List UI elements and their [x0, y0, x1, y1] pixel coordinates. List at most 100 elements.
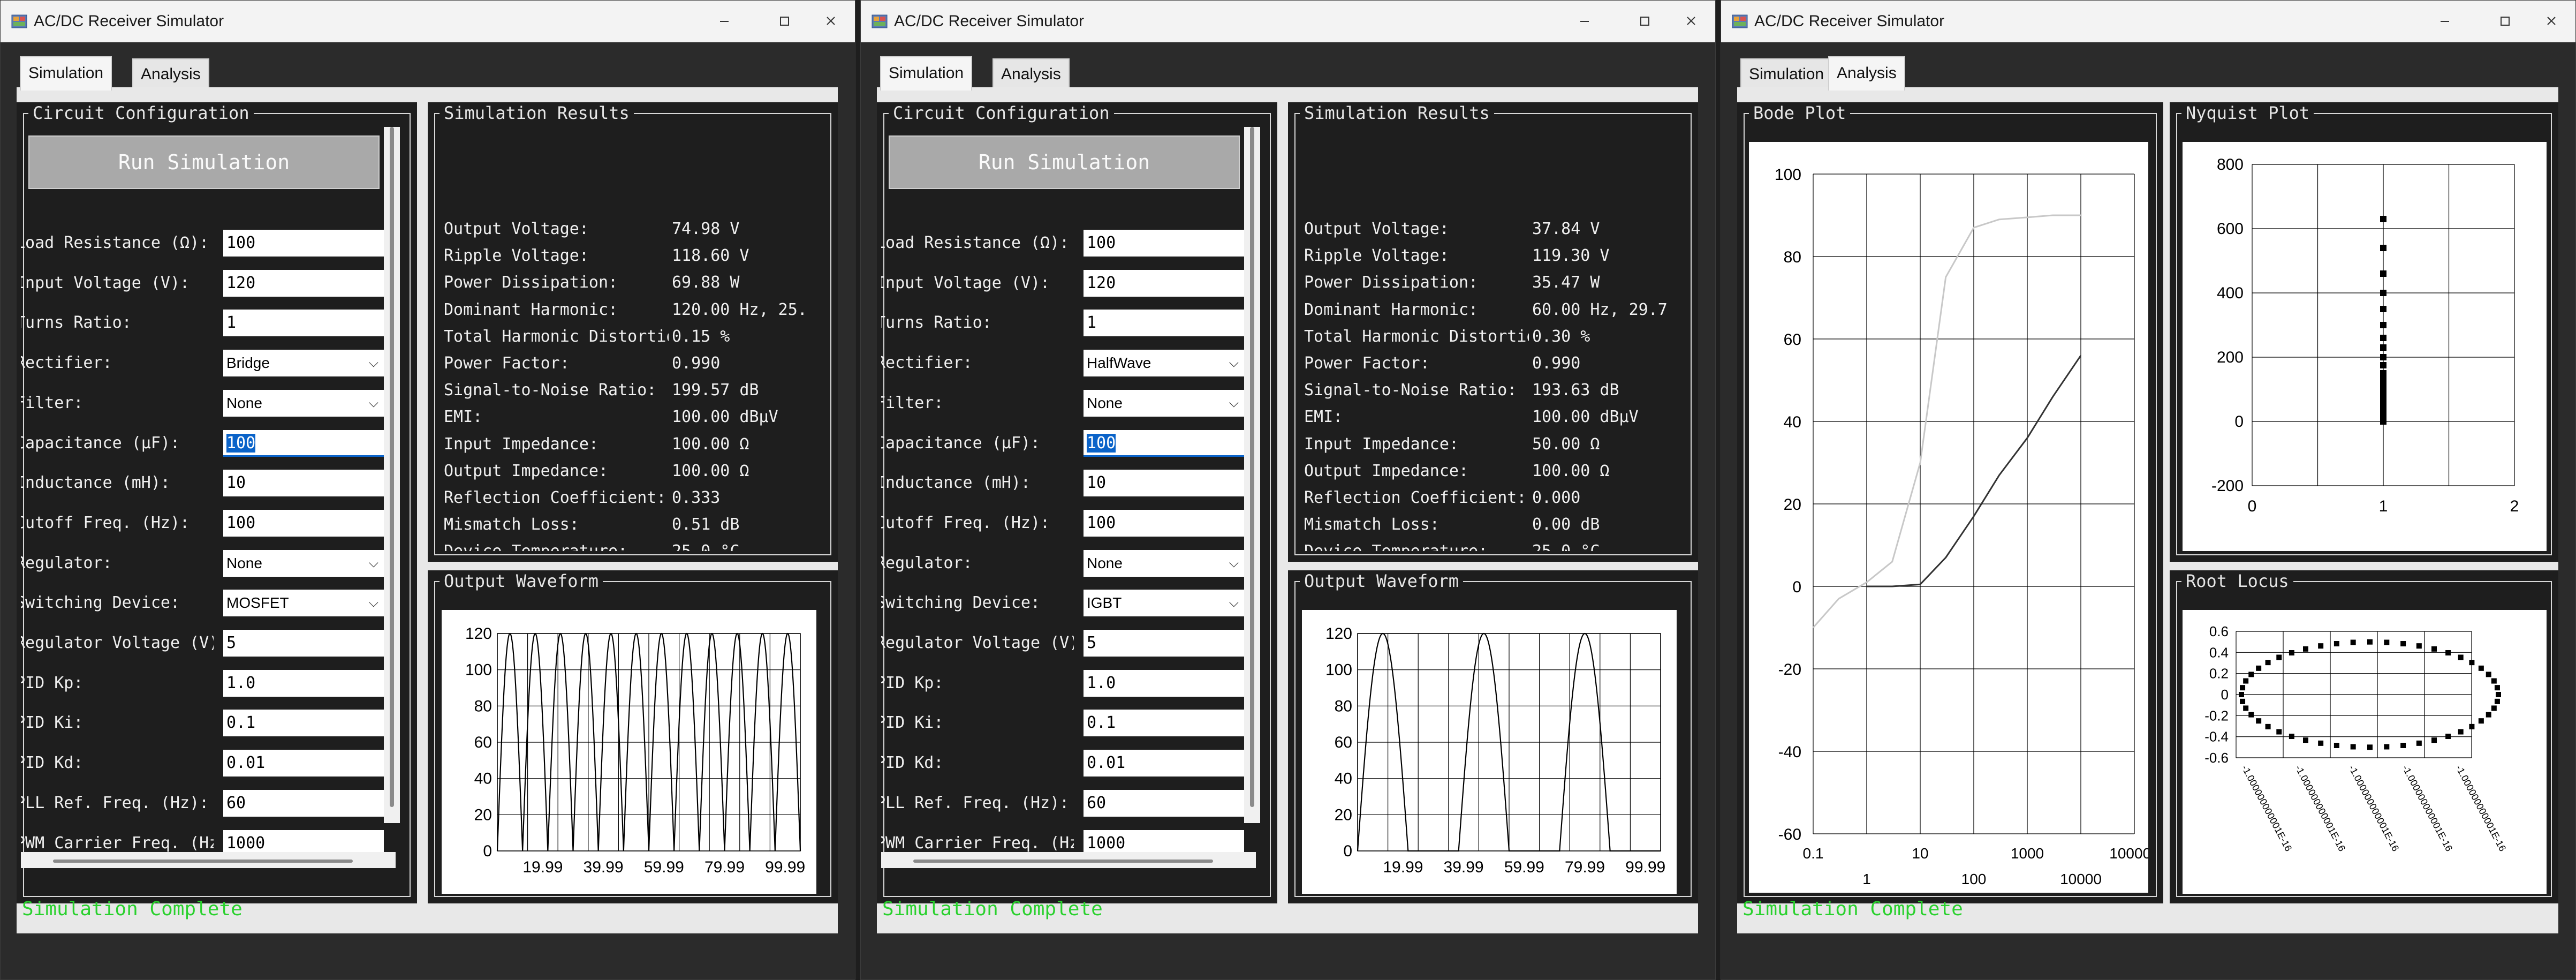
- nyquist-point: [2380, 389, 2386, 396]
- tab-analysis[interactable]: Analysis: [132, 58, 209, 89]
- title-bar[interactable]: AC/DC Receiver Simulator: [861, 1, 1715, 42]
- root-locus-point: [2240, 698, 2246, 704]
- title-bar[interactable]: AC/DC Receiver Simulator: [1, 1, 855, 42]
- param-input-6[interactable]: 10: [1084, 470, 1244, 497]
- run-simulation-button[interactable]: Run Simulation: [28, 135, 380, 189]
- param-input-value-14: 60: [1087, 793, 1107, 812]
- param-select-9[interactable]: MOSFET ⌵: [223, 590, 384, 617]
- y-tick-label: -0.2: [2204, 707, 2229, 723]
- root-locus-point: [2486, 672, 2491, 677]
- root-locus-point: [2445, 734, 2451, 740]
- param-select-8[interactable]: None ⌵: [223, 549, 384, 577]
- root-locus-point: [2333, 641, 2339, 647]
- close-button[interactable]: [1667, 8, 1715, 35]
- x-tick-label: 99.99: [1625, 858, 1665, 876]
- nyquist-point: [2380, 270, 2386, 277]
- param-input-13[interactable]: 0.01: [223, 750, 384, 777]
- scrollbar-thumb[interactable]: [913, 860, 1213, 863]
- param-input-14[interactable]: 60: [1084, 789, 1244, 817]
- close-button[interactable]: [807, 8, 855, 35]
- scrollbar-thumb[interactable]: [1250, 127, 1254, 807]
- scrollbar-thumb[interactable]: [53, 860, 353, 863]
- param-input-7[interactable]: 100: [223, 509, 384, 537]
- param-input-6[interactable]: 10: [223, 470, 384, 497]
- app-window-icon: [872, 13, 888, 29]
- param-input-value-14: 60: [226, 793, 246, 812]
- param-input-7[interactable]: 100: [1084, 509, 1244, 537]
- root-locus-point: [2431, 646, 2437, 652]
- tab-analysis[interactable]: Analysis: [992, 58, 1070, 89]
- result-label-7: EMI:: [444, 408, 483, 427]
- param-select-9[interactable]: IGBT ⌵: [1084, 590, 1244, 617]
- tab-simulation[interactable]: Simulation: [20, 56, 112, 91]
- param-select-3[interactable]: Bridge ⌵: [223, 350, 384, 377]
- param-input-10[interactable]: 5: [1084, 630, 1244, 657]
- tab-page: Bode Plot 100 80 60 40 20 0 -20 -40 -60 0.1 10 1000 1…: [1737, 87, 2558, 933]
- root-locus-point: [2416, 740, 2422, 746]
- param-input-10[interactable]: 5: [223, 630, 384, 657]
- param-label-5: Capacitance (µF):: [21, 433, 180, 453]
- maximize-button[interactable]: [1628, 8, 1661, 35]
- x-tick-label: 59.99: [1504, 858, 1544, 876]
- root-locus-point: [2458, 729, 2464, 735]
- param-input-12[interactable]: 0.1: [223, 710, 384, 737]
- output-waveform-group-title: Output Waveform: [1300, 570, 1463, 592]
- param-input-2[interactable]: 1: [223, 310, 384, 337]
- circuit-vertical-scrollbar[interactable]: [1244, 127, 1260, 823]
- param-label-4: Filter:: [21, 393, 84, 412]
- param-input-0[interactable]: 100: [223, 230, 384, 257]
- param-input-5[interactable]: 100: [1084, 429, 1244, 457]
- tab-analysis[interactable]: Analysis: [1828, 56, 1905, 91]
- result-value-10: 0.000: [1532, 488, 1581, 507]
- param-select-4[interactable]: None ⌵: [223, 389, 384, 417]
- root-locus-point: [2445, 650, 2451, 655]
- param-select-8[interactable]: None ⌵: [1084, 549, 1244, 577]
- param-select-4[interactable]: None ⌵: [1084, 389, 1244, 417]
- root-locus-point: [2239, 692, 2244, 697]
- root-locus-point: [2494, 698, 2500, 704]
- param-input-1[interactable]: 120: [1084, 269, 1244, 297]
- minimize-button[interactable]: [1569, 8, 1601, 35]
- scrollbar-thumb[interactable]: [390, 127, 394, 807]
- param-input-14[interactable]: 60: [223, 789, 384, 817]
- root-locus-point: [2469, 723, 2475, 729]
- root-locus-point: [2400, 742, 2406, 748]
- minimize-button[interactable]: [2429, 8, 2461, 35]
- nyquist-point: [2380, 216, 2386, 222]
- status-label: Simulation Complete: [22, 898, 243, 920]
- param-input-0[interactable]: 100: [1084, 230, 1244, 257]
- app-window-icon: [1732, 13, 1748, 29]
- maximize-button[interactable]: [2489, 8, 2521, 35]
- y-tick-label: 0: [483, 842, 492, 860]
- param-label-6: Inductance (mH):: [881, 473, 1031, 493]
- param-select-3[interactable]: HalfWave ⌵: [1084, 350, 1244, 377]
- circuit-horizontal-scrollbar[interactable]: [881, 852, 1256, 868]
- param-input-11[interactable]: 1.0: [223, 669, 384, 697]
- y-tick-label: 60: [1335, 734, 1352, 751]
- close-button[interactable]: [2527, 8, 2575, 35]
- circuit-scroll-viewport[interactable]: Run Simulation Load Resistance (Ω): 100 Inp…: [881, 127, 1256, 866]
- x-tick-label: 99.99: [765, 858, 805, 876]
- minimize-button[interactable]: [708, 8, 740, 35]
- run-simulation-button[interactable]: Run Simulation: [889, 135, 1240, 189]
- y-tick-label: 0.2: [2209, 666, 2229, 682]
- tab-simulation[interactable]: Simulation: [1740, 58, 1833, 89]
- window-body: Simulation Analysis Bode Plot 100 80 60 40 20 0-…: [1721, 42, 2575, 979]
- tab-simulation[interactable]: Simulation: [880, 56, 973, 91]
- param-input-13[interactable]: 0.01: [1084, 750, 1244, 777]
- circuit-scroll-viewport[interactable]: Run Simulation Load Resistance (Ω): 100 Inp…: [21, 127, 396, 866]
- x-tick-label: -1.000000000001E-16: [2346, 763, 2401, 853]
- circuit-horizontal-scrollbar[interactable]: [21, 852, 396, 868]
- root-locus-point: [2367, 744, 2373, 750]
- maximize-button[interactable]: [768, 8, 800, 35]
- title-bar[interactable]: AC/DC Receiver Simulator: [1721, 1, 2575, 42]
- param-input-11[interactable]: 1.0: [1084, 669, 1244, 697]
- param-input-1[interactable]: 120: [223, 269, 384, 297]
- param-input-5[interactable]: 100: [223, 429, 384, 457]
- param-input-2[interactable]: 1: [1084, 310, 1244, 337]
- param-select-value-9: MOSFET: [226, 594, 289, 612]
- output-waveform-group-title: Output Waveform: [440, 570, 603, 592]
- param-input-12[interactable]: 0.1: [1084, 710, 1244, 737]
- circuit-vertical-scrollbar[interactable]: [384, 127, 400, 823]
- result-label-1: Ripple Voltage:: [444, 246, 589, 266]
